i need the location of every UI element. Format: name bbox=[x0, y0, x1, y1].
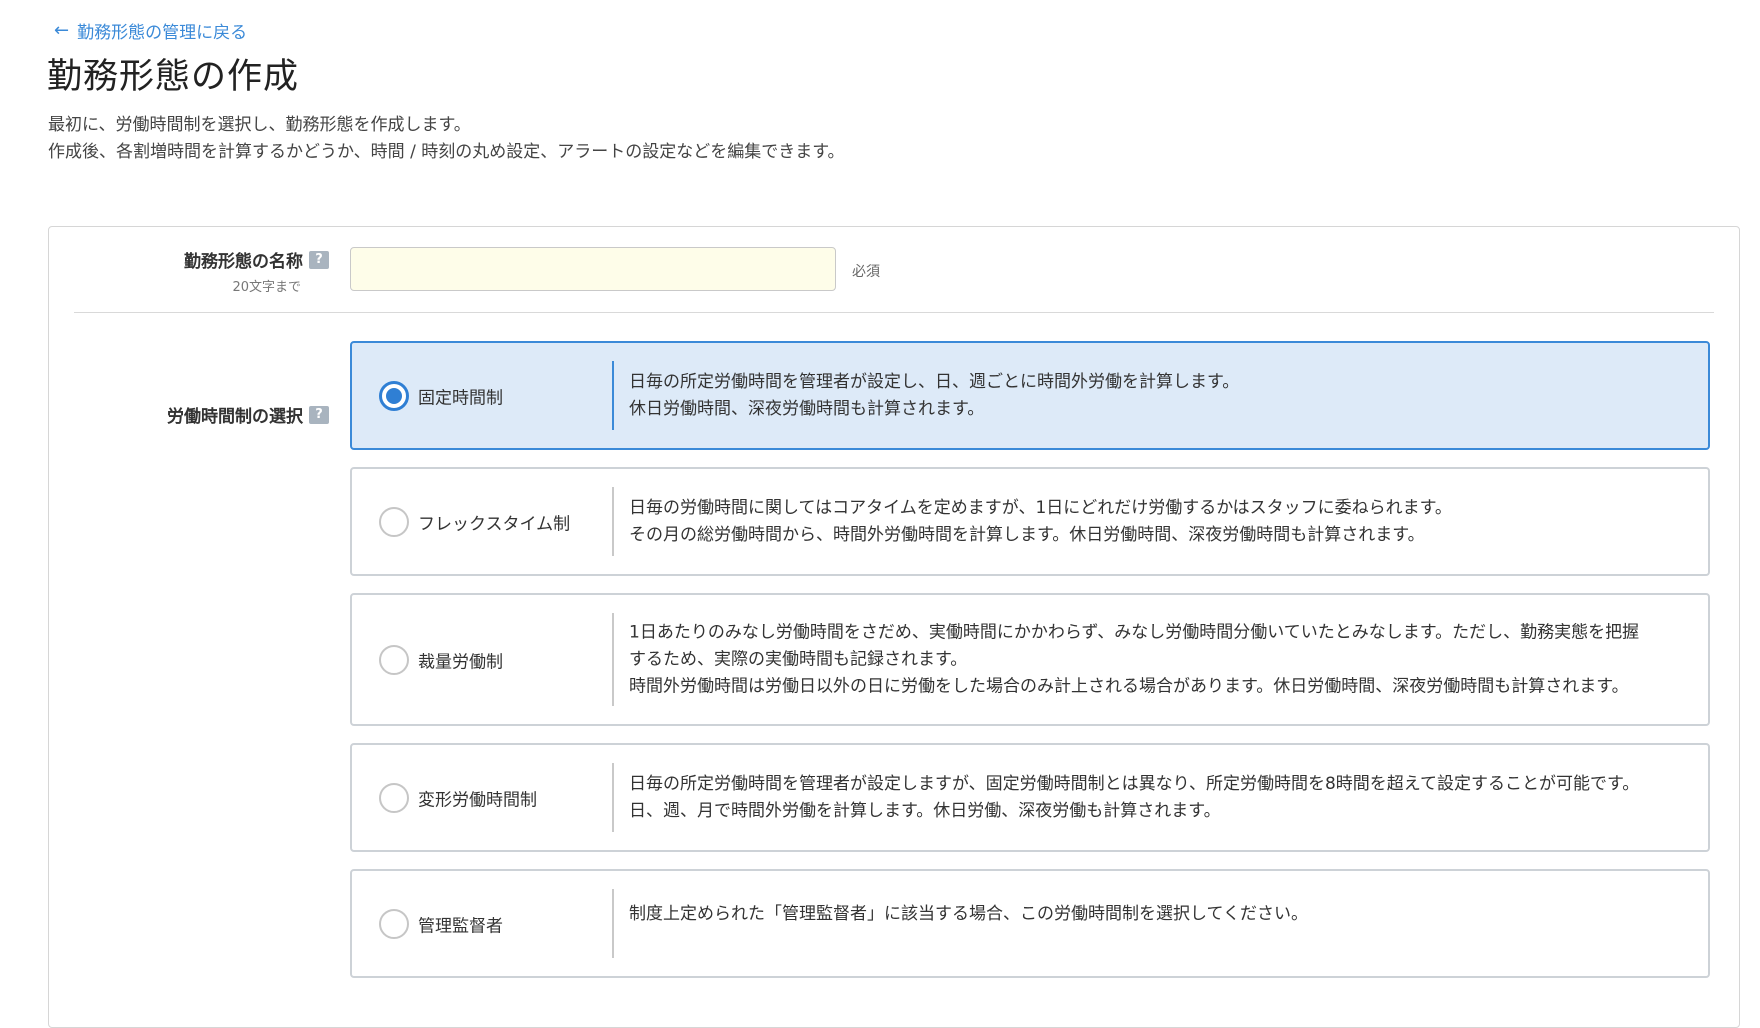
option-separator bbox=[612, 763, 614, 832]
back-link-label: 勤務形態の管理に戻る bbox=[77, 23, 248, 43]
name-input[interactable] bbox=[350, 247, 836, 291]
help-icon[interactable]: ? bbox=[309, 250, 329, 269]
back-link[interactable]: ← 勤務形態の管理に戻る bbox=[54, 18, 247, 43]
intro-line-2: 作成後、各割増時間を計算するかどうか、時間 / 時刻の丸め設定、アラートの設定な… bbox=[48, 142, 845, 162]
option-description: 日毎の所定労働時間を管理者が設定しますが、固定労働時間制とは異なり、所定労働時間… bbox=[629, 771, 1698, 825]
option-separator bbox=[612, 889, 614, 958]
name-hint: 20文字まで bbox=[232, 280, 301, 295]
option-label: 変形労働時間制 bbox=[418, 790, 537, 810]
description-line: 1日あたりのみなし労働時間をさだめ、実働時間にかかわらず、みなし労働時間分働いて… bbox=[629, 622, 1640, 642]
radio-button-selected[interactable] bbox=[379, 380, 409, 411]
option-separator bbox=[612, 487, 614, 556]
description-line: 時間外労働時間は労働日以外の日に労働をした場合のみ計上される場合があります。休日… bbox=[629, 676, 1629, 696]
option-separator bbox=[612, 613, 614, 706]
option-description: 日毎の所定労働時間を管理者が設定し、日、週ごとに時間外労働を計算します。 休日労… bbox=[629, 369, 1698, 423]
description-line: 休日労働時間、深夜労働時間も計算されます。 bbox=[629, 398, 985, 419]
option-label: フレックスタイム制 bbox=[418, 514, 571, 534]
name-label-text: 勤務形態の名称 bbox=[184, 252, 303, 272]
option-separator bbox=[612, 361, 614, 430]
option-manager[interactable]: 管理監督者 制度上定められた「管理監督者」に該当する場合、この労働時間制を選択し… bbox=[350, 869, 1710, 978]
intro-line-1: 最初に、労働時間制を選択し、勤務形態を作成します。 bbox=[48, 115, 471, 135]
description-line: 制度上定められた「管理監督者」に該当する場合、この労働時間制を選択してください。 bbox=[629, 904, 1308, 924]
divider bbox=[74, 312, 1714, 313]
option-label: 固定時間制 bbox=[418, 388, 503, 408]
form-card: 勤務形態の名称 ? 20文字まで 必須 労働時間制の選択 ? 固定時間制 日毎の… bbox=[48, 226, 1740, 1028]
description-line: 日毎の労働時間に関してはコアタイムを定めますが、1日にどれだけ労働するかはスタッ… bbox=[629, 497, 1452, 518]
radio-button[interactable] bbox=[379, 644, 409, 675]
arrow-left-icon: ← bbox=[54, 19, 70, 41]
intro-text: 最初に、労働時間制を選択し、勤務形態を作成します。 作成後、各割増時間を計算する… bbox=[48, 112, 845, 166]
description-line: 日毎の所定労働時間を管理者が設定し、日、週ごとに時間外労働を計算します。 bbox=[629, 371, 1240, 392]
option-flextime[interactable]: フレックスタイム制 日毎の労働時間に関してはコアタイムを定めますが、1日にどれだ… bbox=[350, 467, 1710, 576]
option-variable-hours[interactable]: 変形労働時間制 日毎の所定労働時間を管理者が設定しますが、固定労働時間制とは異な… bbox=[350, 743, 1710, 852]
regime-label-text: 労働時間制の選択 bbox=[167, 407, 303, 427]
option-description: 制度上定められた「管理監督者」に該当する場合、この労働時間制を選択してください。 bbox=[629, 901, 1698, 928]
regime-field-label: 労働時間制の選択 ? bbox=[69, 402, 329, 427]
name-field-label: 勤務形態の名称 ? 20文字まで bbox=[69, 247, 329, 295]
help-icon[interactable]: ? bbox=[309, 405, 329, 424]
radio-button[interactable] bbox=[379, 782, 409, 813]
description-line: 日、週、月で時間外労働を計算します。休日労働、深夜労働も計算されます。 bbox=[629, 800, 1221, 821]
option-description: 1日あたりのみなし労働時間をさだめ、実働時間にかかわらず、みなし労働時間分働いて… bbox=[629, 619, 1698, 700]
description-line: 日毎の所定労働時間を管理者が設定しますが、固定労働時間制とは異なり、所定労働時間… bbox=[629, 773, 1640, 794]
option-discretionary[interactable]: 裁量労働制 1日あたりのみなし労働時間をさだめ、実働時間にかかわらず、みなし労働… bbox=[350, 593, 1710, 726]
radio-button[interactable] bbox=[379, 506, 409, 537]
description-line: するため、実際の実働時間も記録されます。 bbox=[629, 649, 968, 669]
required-label: 必須 bbox=[852, 264, 880, 280]
radio-button[interactable] bbox=[379, 908, 409, 939]
option-label: 裁量労働制 bbox=[418, 652, 503, 672]
description-line: その月の総労働時間から、時間外労働時間を計算します。休日労働時間、深夜労働時間も… bbox=[629, 524, 1425, 545]
option-description: 日毎の労働時間に関してはコアタイムを定めますが、1日にどれだけ労働するかはスタッ… bbox=[629, 495, 1698, 549]
option-fixed-time[interactable]: 固定時間制 日毎の所定労働時間を管理者が設定し、日、週ごとに時間外労働を計算しま… bbox=[350, 341, 1710, 450]
page-title: 勤務形態の作成 bbox=[47, 57, 300, 97]
option-label: 管理監督者 bbox=[418, 916, 503, 936]
